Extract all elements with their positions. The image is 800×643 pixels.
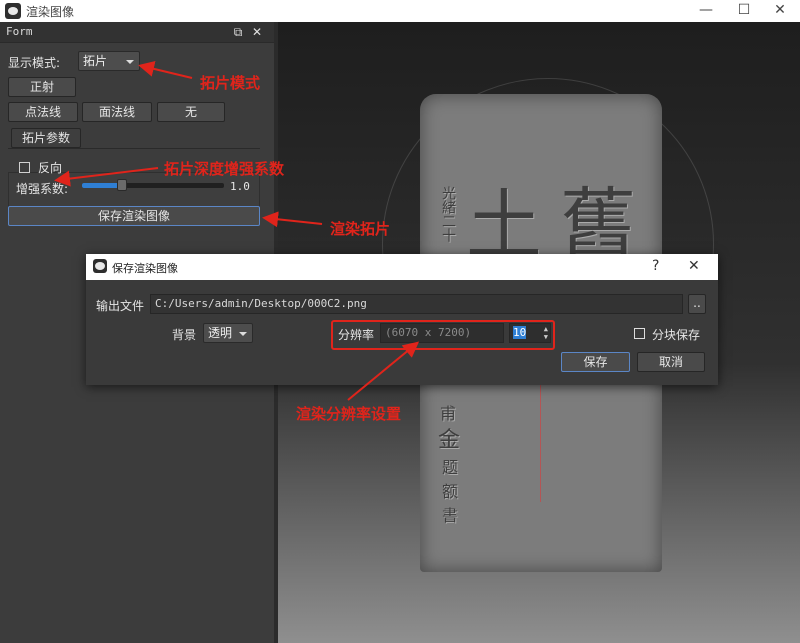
front-view-button[interactable]: 正射 — [8, 77, 76, 97]
display-mode-select[interactable]: 拓片 — [78, 51, 140, 71]
float-icon[interactable]: ⧉ — [230, 24, 246, 40]
dialog-cancel-button[interactable]: 取消 — [637, 352, 705, 372]
dock-close-icon[interactable]: ✕ — [249, 24, 265, 40]
chevron-down-icon — [126, 60, 134, 64]
dialog-close-icon[interactable]: ✕ — [688, 258, 700, 274]
output-file-label: 输出文件 — [96, 299, 145, 313]
resolution-highlight-box — [331, 320, 555, 350]
stele-char-small-1: 甫 — [440, 404, 457, 423]
enhance-slider-handle[interactable] — [116, 179, 127, 191]
reverse-label: 反向 — [38, 161, 63, 175]
chevron-down-icon — [239, 332, 247, 336]
window-titlebar: 渲染图像 — ☐ ✕ — [0, 0, 800, 22]
enhance-slider[interactable] — [82, 179, 224, 191]
dialog-titlebar: 保存渲染图像 ? ✕ — [86, 254, 718, 280]
no-normal-button[interactable]: 无 — [157, 102, 225, 122]
stele-char-small-3: 题 — [442, 458, 459, 477]
window-title: 渲染图像 — [26, 5, 75, 19]
app-icon — [5, 3, 21, 19]
minimize-icon[interactable]: — — [686, 0, 726, 22]
stele-inscription-side: 光緒二十 — [440, 186, 456, 242]
dialog-title: 保存渲染图像 — [112, 262, 178, 275]
background-select[interactable]: 透明 — [203, 323, 253, 343]
background-value: 透明 — [208, 326, 233, 340]
enhance-label: 增强系数: — [16, 182, 69, 196]
background-label: 背景 — [172, 328, 197, 342]
enhance-value: 1.0 — [230, 180, 250, 193]
dock-title: Form — [6, 25, 33, 38]
annotation-rubbing-mode: 拓片模式 — [200, 74, 261, 92]
output-path-input[interactable]: C:/Users/admin/Desktop/000C2.png — [150, 294, 683, 314]
browse-button[interactable]: .. — [688, 294, 706, 314]
annotation-render-rubbing: 渲染拓片 — [330, 220, 391, 238]
stele-char-small-4: 额 — [442, 482, 459, 501]
stele-char-small-5: 書 — [442, 506, 459, 525]
point-normal-button[interactable]: 点法线 — [8, 102, 78, 122]
dock-header: Form ⧉ ✕ — [0, 22, 274, 43]
tab-rubbing-params[interactable]: 拓片参数 — [11, 128, 81, 148]
tab-divider — [8, 148, 260, 149]
enhance-slider-fill — [82, 183, 122, 188]
annotation-depth-coef: 拓片深度增强系数 — [164, 160, 285, 178]
dialog-app-icon — [93, 259, 107, 273]
close-icon[interactable]: ✕ — [760, 0, 800, 22]
maximize-icon[interactable]: ☐ — [724, 0, 764, 22]
reverse-checkbox[interactable] — [19, 162, 30, 173]
help-icon[interactable]: ? — [652, 258, 659, 274]
save-render-image-button[interactable]: 保存渲染图像 — [8, 206, 260, 226]
display-mode-label: 显示模式: — [8, 56, 61, 70]
annotation-resolution-setting: 渲染分辨率设置 — [296, 405, 402, 423]
tile-save-label: 分块保存 — [652, 328, 701, 342]
face-normal-button[interactable]: 面法线 — [82, 102, 152, 122]
dialog-save-button[interactable]: 保存 — [561, 352, 630, 372]
tile-save-checkbox[interactable] — [634, 328, 645, 339]
stele-char-small-2: 金 — [438, 428, 461, 453]
display-mode-value: 拓片 — [83, 54, 108, 68]
